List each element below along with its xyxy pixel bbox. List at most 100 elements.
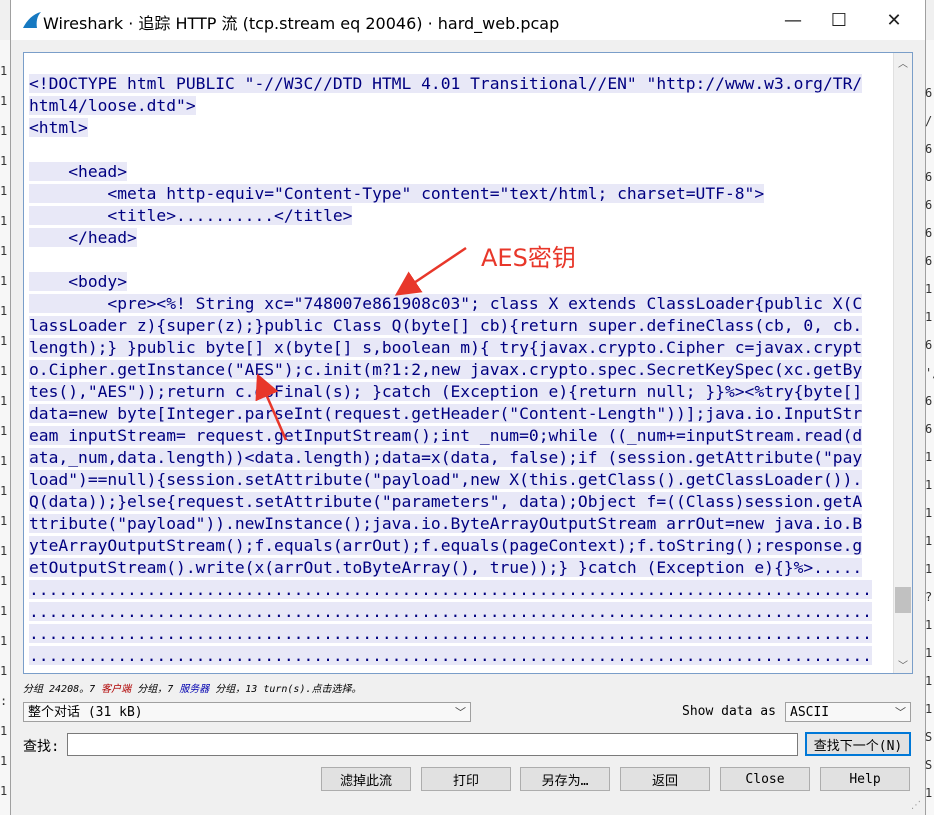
background-glyph: 1 (0, 664, 8, 678)
chevron-down-icon: ﹀ (895, 706, 906, 719)
background-glyph: 1 (0, 634, 8, 648)
stream-line[interactable]: <head> (29, 161, 882, 183)
stream-line[interactable]: ........................................… (29, 601, 882, 623)
background-glyph: 1 (925, 674, 933, 688)
scroll-down-icon[interactable]: ﹀ (894, 655, 912, 673)
stream-line[interactable]: o.Cipher.getInstance("AES");c.init(m?1:2… (29, 359, 882, 381)
background-glyph: '/ (925, 366, 934, 380)
background-glyph: S (925, 730, 933, 744)
stream-line[interactable]: </head> (29, 227, 882, 249)
show-data-as-value: ASCII (790, 705, 830, 720)
background-glyph: 1 (0, 154, 8, 168)
stream-line[interactable]: etOutputStream().write(x(arrOut.toByteAr… (29, 557, 882, 579)
help-button[interactable]: Help (820, 767, 910, 791)
conversation-select-value: 整个对话 (31 kB) (28, 705, 143, 720)
background-glyph: 1 (925, 646, 933, 660)
stream-line[interactable] (29, 249, 882, 271)
background-glyph: 1 (0, 214, 8, 228)
wireshark-fin-icon (23, 12, 41, 28)
background-glyph: 1 (925, 310, 933, 324)
resize-grip-icon[interactable]: ⋰ (911, 800, 921, 811)
stream-line[interactable]: <pre><%! String xc="748007e861908c03"; c… (29, 293, 882, 315)
stream-line[interactable]: Q(data));}else{request.setAttribute("par… (29, 491, 882, 513)
background-glyph: 1 (0, 424, 8, 438)
find-input[interactable] (67, 733, 798, 756)
background-glyph: 6 (925, 86, 933, 100)
background-glyph: 1 (0, 574, 8, 588)
background-glyph: S (925, 758, 933, 772)
stream-line[interactable]: ........................................… (29, 623, 882, 645)
stream-line[interactable] (29, 139, 882, 161)
background-glyph: 1 (0, 454, 8, 468)
chevron-down-icon: ﹀ (455, 706, 466, 719)
background-glyph: 1 (925, 702, 933, 716)
back-button[interactable]: 返回 (620, 767, 710, 791)
find-next-button[interactable]: 查找下一个(N) (805, 732, 911, 756)
stream-content-view[interactable]: <!DOCTYPE html PUBLIC "-//W3C//DTD HTML … (23, 52, 913, 674)
stream-line[interactable]: eam inputStream= request.getInputStream(… (29, 425, 882, 447)
background-glyph: 1 (0, 334, 8, 348)
status-server[interactable]: 服务器 (179, 684, 209, 695)
maximize-button[interactable]: ☐ (816, 0, 862, 40)
maximize-icon: ☐ (830, 9, 848, 31)
scrollbar-thumb[interactable] (895, 587, 911, 613)
close-window-button[interactable]: ✕ (871, 0, 917, 40)
window-title: Wireshark · 追踪 HTTP 流 (tcp.stream eq 200… (43, 14, 560, 33)
background-glyph: 1 (0, 244, 8, 258)
stream-line[interactable]: <meta http-equiv="Content-Type" content=… (29, 183, 882, 205)
background-glyph: 1 (925, 534, 933, 548)
save-as-button[interactable]: 另存为… (520, 767, 610, 791)
close-icon: ✕ (886, 9, 902, 31)
show-data-as-label: Show data as (682, 704, 776, 719)
stream-line[interactable]: yteArrayOutputStream();f.equals(arrOut);… (29, 535, 882, 557)
stream-text[interactable]: <!DOCTYPE html PUBLIC "-//W3C//DTD HTML … (29, 73, 882, 667)
status-line: 分组 24208。7 客户端 分组，7 服务器 分组，13 turn(s).点击… (23, 680, 361, 695)
status-client[interactable]: 客户端 (101, 684, 131, 695)
stream-line[interactable]: lassLoader z){super(z);}public Class Q(b… (29, 315, 882, 337)
background-glyph: 6 (925, 338, 933, 352)
background-glyph: 1 (0, 184, 8, 198)
background-glyph: 1 (0, 124, 8, 138)
status-prefix: 分组 24208。7 (23, 684, 102, 695)
background-glyph: 1 (0, 364, 8, 378)
show-data-as-select[interactable]: ASCII ﹀ (785, 702, 911, 722)
stream-line[interactable]: ........................................… (29, 645, 882, 667)
stream-line[interactable]: html4/loose.dtd"> (29, 95, 882, 117)
stream-line[interactable]: ttribute("payload")).newInstance();java.… (29, 513, 882, 535)
stream-line[interactable]: data=new byte[Integer.parseInt(request.g… (29, 403, 882, 425)
stream-line[interactable]: <title>..........</title> (29, 205, 882, 227)
close-button[interactable]: Close (720, 767, 810, 791)
vertical-scrollbar[interactable]: ︿ ﹀ (893, 53, 912, 673)
background-glyph: 6 (925, 394, 933, 408)
background-glyph: 1 (0, 484, 8, 498)
stream-line[interactable]: load")==null){session.setAttribute("payl… (29, 469, 882, 491)
background-glyph: 6 (925, 254, 933, 268)
background-glyph: 1 (0, 514, 8, 528)
background-glyph: 1 (925, 786, 933, 800)
background-glyph: 1 (925, 506, 933, 520)
background-glyph: 1 (0, 724, 8, 738)
status-mid: 分组，7 (131, 684, 180, 695)
stream-line[interactable]: ata,_num,data.length))<data.length);data… (29, 447, 882, 469)
stream-line[interactable]: ........................................… (29, 579, 882, 601)
background-glyph: 6 (925, 422, 933, 436)
stream-line[interactable]: <!DOCTYPE html PUBLIC "-//W3C//DTD HTML … (29, 73, 882, 95)
filter-out-button[interactable]: 滤掉此流 (321, 767, 411, 791)
background-glyph: / (925, 114, 933, 128)
background-glyph: 1 (925, 618, 933, 632)
minimize-button[interactable]: — (770, 0, 816, 40)
stream-line[interactable]: <html> (29, 117, 882, 139)
stream-line[interactable]: tes(),"AES"));return c.doFinal(s); }catc… (29, 381, 882, 403)
background-glyph: 6 (925, 198, 933, 212)
background-glyph: 1 (925, 478, 933, 492)
print-button[interactable]: 打印 (421, 767, 511, 791)
background-glyph: 1 (0, 784, 8, 798)
background-glyph: : (0, 694, 8, 708)
scroll-up-icon[interactable]: ︿ (894, 53, 912, 71)
background-glyph: 6 (925, 142, 933, 156)
background-glyph: 1 (925, 282, 933, 296)
stream-line[interactable]: length);} }public byte[] x(byte[] s,bool… (29, 337, 882, 359)
conversation-select[interactable]: 整个对话 (31 kB) ﹀ (23, 702, 471, 722)
title-bar[interactable]: Wireshark · 追踪 HTTP 流 (tcp.stream eq 200… (11, 0, 925, 40)
stream-line[interactable]: <body> (29, 271, 882, 293)
